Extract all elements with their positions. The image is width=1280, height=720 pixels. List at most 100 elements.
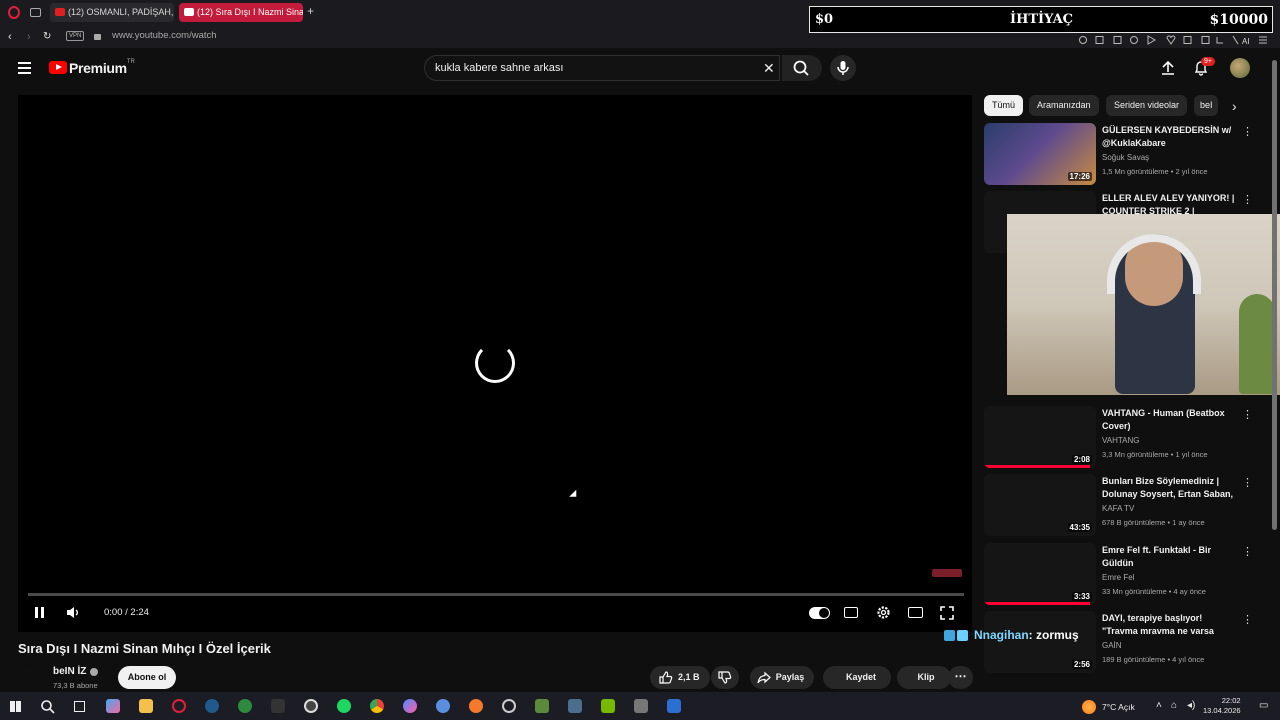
chip-all[interactable]: Tümü: [984, 95, 1024, 116]
video-thumbnail[interactable]: 17:26: [984, 123, 1096, 185]
dislike-button[interactable]: [711, 666, 739, 689]
list-item[interactable]: 3:33 Emre Fel ft. Funktakl - Bir Güldün …: [984, 543, 1254, 607]
hamburger-menu-icon[interactable]: [18, 62, 31, 74]
video-thumbnail[interactable]: 43:35: [984, 474, 1096, 536]
theater-mode-icon[interactable]: [908, 607, 923, 618]
tab-osmanli[interactable]: (12) OSMANLI, PADİŞAH, E: [50, 3, 174, 22]
chip-bein[interactable]: beI: [1194, 95, 1218, 116]
list-item[interactable]: 2:56 DAYI, terapiye başlıyor! "Travma mr…: [984, 611, 1254, 675]
minecraft-icon[interactable]: [535, 699, 549, 713]
channel-name[interactable]: beIN İZ: [53, 666, 86, 677]
speaker-icon[interactable]: ◂): [1187, 700, 1195, 712]
messenger-icon[interactable]: [403, 699, 417, 713]
save-button[interactable]: Kaydet: [823, 666, 891, 689]
chrome-icon[interactable]: [370, 699, 384, 713]
notifications-icon[interactable]: ▭: [1259, 700, 1268, 712]
opera-logo-icon[interactable]: [8, 6, 20, 19]
tab-menu-icon[interactable]: [30, 8, 41, 17]
list-item[interactable]: 43:35 Bunları Bize Söylemediniz | Doluna…: [984, 474, 1254, 538]
obs-icon[interactable]: [304, 699, 318, 713]
opera-taskbar-icon[interactable]: [172, 699, 186, 713]
channel-name[interactable]: Soğuk Savaş: [1102, 153, 1149, 162]
text-editor-icon[interactable]: [667, 699, 681, 713]
like-button[interactable]: 2,1 B: [650, 666, 710, 689]
chip-series[interactable]: Seriden videolar: [1106, 95, 1188, 116]
extension-toolbar-icons: AI: [1079, 35, 1267, 46]
task-view-icon[interactable]: [74, 701, 85, 712]
tab-sira-disi[interactable]: (12) Sıra Dışı I Nazmi Sinan: [179, 3, 303, 22]
subtitles-icon[interactable]: [844, 607, 858, 618]
list-item[interactable]: 17:26 GÜLERSEN KAYBEDERSİN w/ @KuklaKaba…: [984, 123, 1254, 187]
network-icon[interactable]: ⌂: [1171, 700, 1177, 712]
scrollbar[interactable]: [1272, 60, 1277, 530]
avatar[interactable]: [1230, 58, 1250, 78]
volume-icon[interactable]: [65, 605, 81, 620]
clear-search-icon[interactable]: ✕: [763, 60, 775, 77]
lock-icon[interactable]: [94, 34, 101, 40]
reload-icon[interactable]: ↻: [43, 31, 51, 43]
file-explorer-icon[interactable]: [139, 699, 153, 713]
tool-icon[interactable]: [568, 699, 582, 713]
video-thumbnail[interactable]: 2:56: [984, 611, 1096, 673]
more-vert-icon[interactable]: ⋮: [1242, 408, 1253, 421]
channel-name[interactable]: VAHTANG: [1102, 436, 1139, 445]
channel-name[interactable]: KAFA TV: [1102, 504, 1134, 513]
more-vert-icon[interactable]: ⋮: [1242, 476, 1253, 489]
more-actions-button[interactable]: ⋯: [948, 666, 973, 689]
more-vert-icon[interactable]: ⋮: [1242, 125, 1253, 138]
epic-games-icon[interactable]: [271, 699, 285, 713]
copilot-icon[interactable]: [106, 699, 120, 713]
autoplay-toggle[interactable]: [809, 607, 830, 619]
search-button[interactable]: [782, 55, 822, 81]
more-vert-icon[interactable]: ⋮: [1242, 545, 1253, 558]
browser-icon[interactable]: [436, 699, 450, 713]
channel-name[interactable]: GAİN: [1102, 641, 1122, 650]
share-button[interactable]: Paylaş: [750, 666, 814, 689]
progress-bar[interactable]: [28, 593, 964, 596]
nvidia-icon[interactable]: [601, 699, 615, 713]
spotify-icon[interactable]: [337, 699, 351, 713]
upload-icon[interactable]: [1160, 60, 1176, 76]
list-item[interactable]: 2:08 VAHTANG - Human (Beatbox Cover) VAH…: [984, 406, 1254, 470]
more-vert-icon[interactable]: ⋮: [1242, 193, 1253, 206]
video-title[interactable]: GÜLERSEN KAYBEDERSİN w/ @KuklaKabare: [1102, 124, 1240, 150]
app-icon[interactable]: [634, 699, 648, 713]
search-icon[interactable]: [40, 699, 56, 715]
youtube-premium-logo[interactable]: PremiumTR: [49, 59, 135, 77]
opera-gx-icon[interactable]: [502, 699, 516, 713]
microphone-icon: [837, 61, 849, 75]
forward-icon[interactable]: ›: [27, 31, 31, 43]
steam-icon[interactable]: [205, 699, 219, 713]
search-query: kukla kabere sahne arkası: [435, 62, 564, 74]
video-title[interactable]: Bunları Bize Söylemediniz | Dolunay Soys…: [1102, 475, 1240, 501]
video-title[interactable]: Emre Fel ft. Funktakl - Bir Güldün: [1102, 544, 1240, 570]
pause-button[interactable]: [35, 607, 45, 618]
windows-start-icon[interactable]: [10, 701, 21, 712]
weather-text[interactable]: 7°C Açık: [1102, 702, 1135, 712]
taskbar-clock[interactable]: 22:02 13.04.2026: [1203, 696, 1241, 716]
settings-gear-icon[interactable]: [876, 605, 891, 620]
video-title[interactable]: VAHTANG - Human (Beatbox Cover): [1102, 407, 1240, 433]
url-field[interactable]: www.youtube.com/watch: [112, 30, 217, 41]
video-thumbnail[interactable]: 2:08: [984, 406, 1096, 468]
back-icon[interactable]: ‹: [8, 31, 12, 43]
channel-name[interactable]: Emre Fel: [1102, 573, 1134, 582]
search-input[interactable]: kukla kabere sahne arkası ✕: [424, 55, 780, 81]
clip-button[interactable]: Klip: [897, 666, 951, 689]
chip-from-search[interactable]: Aramanızdan: [1029, 95, 1099, 116]
voice-search-button[interactable]: [830, 55, 856, 81]
channel-avatar[interactable]: [18, 664, 44, 690]
chevron-right-icon[interactable]: ›: [1232, 99, 1237, 113]
video-thumbnail[interactable]: 3:33: [984, 543, 1096, 605]
subscribe-button[interactable]: Abone ol: [118, 666, 176, 689]
more-vert-icon[interactable]: ⋮: [1242, 613, 1253, 626]
new-tab-button[interactable]: +: [307, 4, 314, 18]
video-title[interactable]: DAYI, terapiye başlıyor! "Travma mravma …: [1102, 612, 1240, 638]
chevron-up-icon[interactable]: ˄: [1156, 700, 1162, 712]
vpn-badge[interactable]: VPN: [66, 31, 85, 41]
blender-icon[interactable]: [469, 699, 483, 713]
xbox-icon[interactable]: [238, 699, 252, 713]
fullscreen-icon[interactable]: [940, 606, 954, 620]
extension-icons[interactable]: AI: [1078, 32, 1273, 46]
weather-icon[interactable]: [1082, 700, 1096, 714]
